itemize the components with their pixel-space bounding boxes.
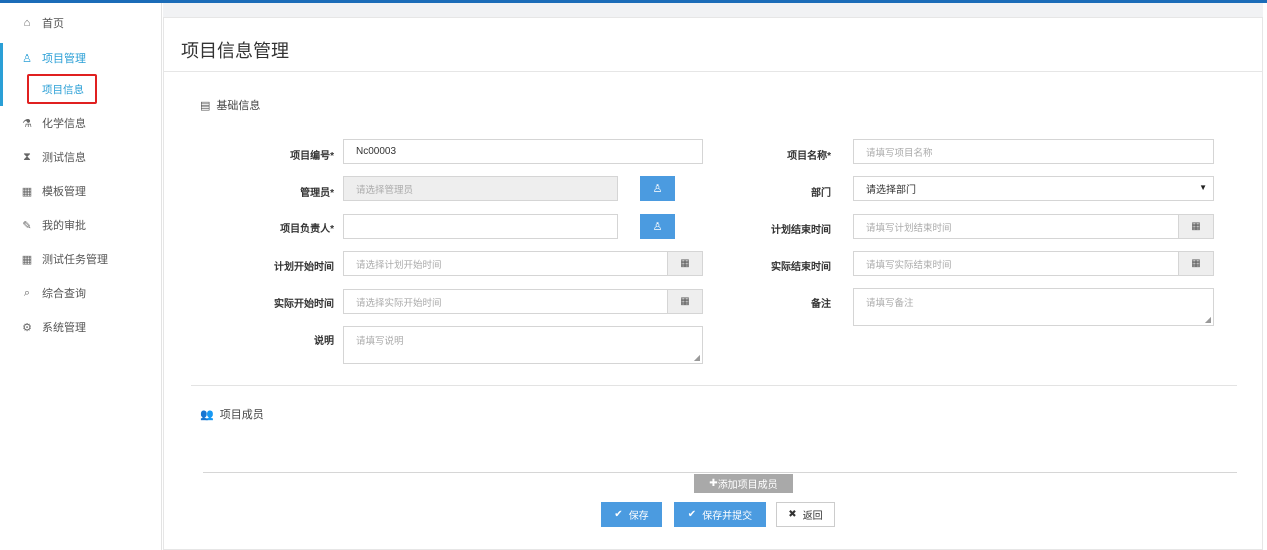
flask-icon: ⚗ (22, 117, 32, 130)
home-icon: ⌂ (23, 17, 31, 29)
resize-grip-icon: ◢ (1204, 315, 1211, 324)
sidebar-item-label: 模板管理 (42, 186, 86, 198)
add-member-label: 添加项目成员 (717, 480, 778, 491)
plan-end-label: 计划结束时间 (771, 225, 831, 236)
sidebar-item-test-tasks[interactable]: ▦ 测试任务管理 (0, 244, 162, 274)
remark-textarea[interactable]: 请填写备注 ◢ (853, 288, 1214, 326)
section-title: 基础信息 (216, 100, 261, 112)
section-members: 👥 项目成员 (200, 406, 264, 422)
remark-placeholder: 请填写备注 (866, 298, 914, 309)
sidebar-item-my-approvals[interactable]: ✎ 我的审批 (0, 210, 162, 240)
sidebar-item-label: 化学信息 (42, 118, 86, 130)
calendar-icon: ▦ (21, 185, 33, 198)
close-icon: ✖ (788, 509, 797, 520)
actual-end-field[interactable]: 请填写实际结束时间 (853, 251, 1179, 276)
add-member-button[interactable]: ✚ 添加项目成员 (694, 474, 793, 493)
gear-icon: ⚙ (22, 321, 32, 334)
actual-start-field[interactable]: 请选择实际开始时间 (343, 289, 668, 314)
dept-label: 部门 (811, 188, 831, 199)
check-icon: ✔ (687, 509, 697, 520)
section-title: 项目成员 (219, 409, 264, 421)
calendar-grid-icon: ▦ (21, 253, 33, 266)
sidebar: ⌂ 首页 ♙ 项目管理 项目信息 ⚗ 化学信息 ⧗ 测试信息 ▦ 模板管理 ✎ … (0, 3, 162, 550)
desc-textarea[interactable]: 请填写说明 ◢ (343, 326, 703, 364)
manager-field[interactable]: 请选择管理员 (343, 176, 618, 201)
user-icon: ♙ (652, 183, 663, 195)
calendar-icon[interactable]: ▦ (668, 289, 703, 314)
manager-label: 管理员* (300, 188, 334, 199)
calendar-icon[interactable]: ▦ (668, 251, 703, 276)
search-icon: ⌕ (23, 286, 31, 299)
user-icon: ♙ (22, 52, 32, 65)
sidebar-item-label: 系统管理 (42, 322, 86, 334)
project-name-label: 项目名称* (787, 151, 831, 162)
resize-grip-icon: ◢ (693, 353, 700, 362)
back-label: 返回 (802, 511, 823, 522)
sidebar-item-label: 测试信息 (42, 152, 86, 164)
section-basic-info: ▤ 基础信息 (200, 97, 260, 113)
dept-select[interactable]: 请选择部门 ▼ (853, 176, 1214, 201)
dept-select-value: 请选择部门 (866, 185, 916, 196)
sidebar-item-label: 综合查询 (42, 288, 86, 300)
title-divider (164, 71, 1262, 72)
owner-field[interactable] (343, 214, 618, 239)
plus-icon: ✚ (709, 478, 718, 489)
sidebar-item-chemistry[interactable]: ⚗ 化学信息 (0, 108, 162, 138)
remark-label: 备注 (811, 299, 831, 310)
sidebar-item-label: 首页 (42, 18, 64, 30)
save-submit-button[interactable]: ✔ 保存并提交 (674, 502, 766, 527)
plan-start-field[interactable]: 请选择计划开始时间 (343, 251, 668, 276)
check-icon: ✔ (614, 509, 623, 520)
hourglass-icon: ⧗ (23, 150, 31, 163)
save-button[interactable]: ✔ 保存 (601, 502, 662, 527)
desc-label: 说明 (314, 336, 334, 347)
desc-placeholder: 请填写说明 (356, 336, 404, 347)
sidebar-item-label: 项目管理 (42, 53, 86, 65)
users-icon: 👥 (200, 408, 214, 421)
select-manager-button[interactable]: ♙ (640, 176, 675, 201)
select-owner-button[interactable]: ♙ (640, 214, 675, 239)
sidebar-item-query[interactable]: ⌕ 综合查询 (0, 278, 162, 308)
owner-label: 项目负责人* (280, 224, 334, 235)
plan-end-field[interactable]: 请填写计划结束时间 (853, 214, 1179, 239)
user-icon: ♙ (652, 221, 663, 233)
sidebar-item-home[interactable]: ⌂ 首页 (0, 8, 162, 38)
project-no-label: 项目编号* (290, 151, 334, 162)
section-divider (191, 385, 1237, 386)
actual-end-label: 实际结束时间 (771, 262, 831, 273)
calendar-icon[interactable]: ▦ (1179, 251, 1214, 276)
sidebar-item-project-management[interactable]: ♙ 项目管理 (0, 43, 162, 73)
plan-start-label: 计划开始时间 (274, 262, 334, 273)
chevron-down-icon: ▼ (1199, 183, 1207, 192)
sidebar-item-templates[interactable]: ▦ 模板管理 (0, 176, 162, 206)
members-table-line (203, 472, 1237, 473)
project-name-field[interactable]: 请填写项目名称 (853, 139, 1214, 164)
back-button[interactable]: ✖ 返回 (776, 502, 835, 527)
table-icon: ▤ (200, 99, 211, 112)
calendar-icon[interactable]: ▦ (1179, 214, 1214, 239)
save-label: 保存 (628, 511, 649, 522)
project-no-field[interactable]: Nc00003 (343, 139, 703, 164)
sidebar-item-test-info[interactable]: ⧗ 测试信息 (0, 142, 162, 172)
edit-icon: ✎ (22, 219, 32, 232)
sidebar-item-system[interactable]: ⚙ 系统管理 (0, 312, 162, 342)
page-title: 项目信息管理 (181, 41, 289, 61)
main-content: 项目信息管理 ▤ 基础信息 项目编号* Nc00003 项目名称* 请填写项目名… (163, 3, 1263, 550)
sidebar-item-label: 测试任务管理 (42, 254, 108, 266)
sidebar-item-label: 我的审批 (42, 220, 86, 232)
actual-start-label: 实际开始时间 (274, 299, 334, 310)
form-card: 项目信息管理 ▤ 基础信息 项目编号* Nc00003 项目名称* 请填写项目名… (163, 17, 1263, 550)
save-submit-label: 保存并提交 (702, 511, 753, 522)
sidebar-subitem-project-info[interactable]: 项目信息 (42, 82, 84, 97)
